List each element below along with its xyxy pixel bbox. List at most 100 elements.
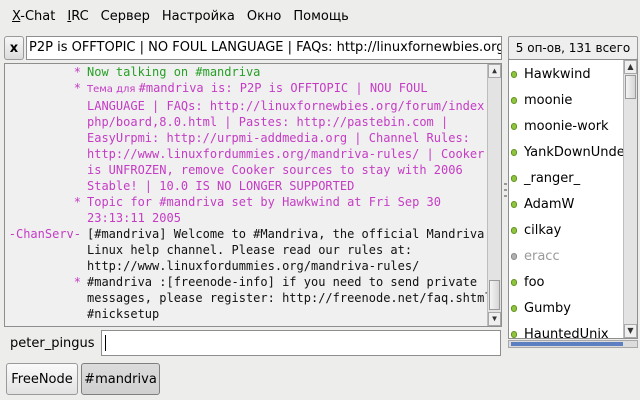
chat-nick: [5, 98, 87, 114]
chat-line: LANGUAGE | FAQs: http://linuxfornewbies.…: [5, 98, 487, 114]
user-list-hscrollbar[interactable]: [508, 340, 638, 348]
chat-message: messages, please register: http://freeno…: [87, 291, 487, 305]
chat-nick: [5, 178, 87, 194]
chat-line: http://www.linuxfordummies.org/mandriva-…: [5, 146, 487, 162]
chat-message: is UNFROZEN, remove Cooker sources to st…: [87, 163, 463, 177]
user-name: Gumby: [524, 300, 571, 316]
chat-message: php/board,8.0.html | Pastes: http://past…: [87, 115, 449, 129]
user-list-item[interactable]: moonie-work: [509, 113, 623, 139]
chat-line: * #mandriva :[freenode-info] if you need …: [5, 274, 487, 290]
user-list-scrollbar-thumb[interactable]: [625, 75, 636, 99]
topic-label: Тема для: [87, 84, 139, 95]
chat-nick: [5, 114, 87, 130]
away-status-icon: [511, 252, 517, 260]
chat-nick: [5, 306, 87, 322]
tab-mandriva[interactable]: #mandriva: [81, 363, 160, 395]
user-name: AdamW: [524, 196, 575, 212]
chat-line: http://www.linuxfordummies.org/mandriva-…: [5, 258, 487, 274]
message-input[interactable]: [101, 330, 501, 356]
chat-line: Stable! | 10.0 IS NO LONGER SUPPORTED: [5, 178, 487, 194]
chat-nick: [5, 258, 87, 274]
chat-line: -ChanServ- [#mandriva] Welcome to #Mandri…: [5, 226, 487, 242]
text-caret: [105, 335, 106, 351]
user-name: Hawkwind: [524, 66, 591, 82]
chat-nick: [5, 162, 87, 178]
chat-scrollbar[interactable]: ▲ ▼: [487, 64, 501, 326]
user-name: cilkay: [524, 222, 562, 238]
scroll-down-icon[interactable]: ▼: [488, 312, 501, 326]
menu-irc-label: RC: [71, 9, 89, 24]
chat-log[interactable]: * Now talking on #mandriva * Тема для #man…: [4, 63, 502, 327]
op-status-icon: [511, 278, 517, 286]
user-count-button[interactable]: 5 оп-ов, 131 всего: [508, 36, 638, 60]
scroll-up-icon[interactable]: ▲: [624, 60, 637, 74]
chat-line: EasyUrpmi: http://urpmi-addmedia.org | C…: [5, 130, 487, 146]
user-name: moonie-work: [524, 118, 609, 134]
user-list-scrollbar[interactable]: ▲ ▼: [623, 60, 637, 338]
topic-field[interactable]: P2P is OFFTOPIC | NO FOUL LANGUAGE | FAQ…: [26, 36, 502, 60]
chat-message: Linux help channel. Please read our rule…: [87, 243, 413, 257]
chat-message: LANGUAGE | FAQs: http://linuxfornewbies.…: [87, 99, 487, 113]
user-name: YankDownUnder: [524, 144, 623, 160]
chat-line: 23:13:11 2005: [5, 210, 487, 226]
menu-settings[interactable]: Настройка: [156, 7, 241, 27]
user-list[interactable]: Hawkwind moonie moonie-work YankDownUnde…: [508, 59, 638, 339]
chat-nick: [5, 210, 87, 226]
user-name: moonie: [524, 92, 573, 108]
chat-message: [#mandriva] Welcome to #Mandriva, the of…: [87, 227, 485, 241]
chat-nick: [5, 242, 87, 258]
tab-freenode[interactable]: FreeNode: [6, 363, 78, 395]
close-tab-button[interactable]: x: [4, 36, 24, 60]
user-list-item[interactable]: Gumby: [509, 295, 623, 321]
chat-line: php/board,8.0.html | Pastes: http://past…: [5, 114, 487, 130]
user-list-item[interactable]: eracc: [509, 243, 623, 269]
user-name: eracc: [524, 248, 560, 264]
scroll-up-icon[interactable]: ▲: [488, 64, 501, 78]
chat-scrollbar-thumb[interactable]: [489, 280, 500, 310]
chat-nick: [5, 290, 87, 306]
chat-message: #nicksetup: [87, 307, 160, 321]
menu-help[interactable]: Помощь: [287, 7, 354, 27]
grip-dot: [504, 183, 507, 185]
chat-message: http://www.linuxfordummies.org/mandriva-…: [87, 259, 420, 273]
menu-server[interactable]: Сервер: [95, 7, 156, 27]
user-list-item[interactable]: cilkay: [509, 217, 623, 243]
chat-nick: *: [73, 65, 81, 79]
op-status-icon: [511, 330, 517, 338]
menu-irc[interactable]: IRC: [61, 7, 94, 27]
user-list-item[interactable]: foo: [509, 269, 623, 295]
op-status-icon: [511, 304, 517, 312]
grip-dot: [504, 195, 507, 197]
user-list-hscrollbar-thumb[interactable]: [511, 342, 623, 346]
user-list-item[interactable]: AdamW: [509, 191, 623, 217]
op-status-icon: [511, 226, 517, 234]
chat-lines: * Now talking on #mandriva * Тема для #man…: [5, 64, 487, 322]
chat-message: Topic for #mandriva set by Hawkwind at F…: [87, 195, 442, 209]
op-status-icon: [511, 70, 517, 78]
chat-message: http://www.linuxfordummies.org/mandriva-…: [87, 147, 485, 161]
user-list-item[interactable]: YankDownUnder: [509, 139, 623, 165]
user-list-item[interactable]: HauntedUnix: [509, 321, 623, 339]
chat-line: is UNFROZEN, remove Cooker sources to st…: [5, 162, 487, 178]
nickname-button[interactable]: peter_pingus: [10, 336, 95, 351]
chat-message: Stable! | 10.0 IS NO LONGER SUPPORTED: [87, 179, 355, 193]
chat-message: #mandriva :[freenode-info] if you need t…: [87, 275, 478, 289]
chat-nick: *: [73, 275, 81, 289]
chat-nick: *: [73, 81, 81, 95]
close-icon: x: [9, 40, 19, 56]
user-list-item[interactable]: Hawkwind: [509, 61, 623, 87]
op-status-icon: [511, 148, 517, 156]
scroll-down-icon[interactable]: ▼: [624, 324, 637, 338]
chat-line: * Тема для #mandriva is: P2P is OFFTOPIC …: [5, 80, 487, 98]
user-name: _ranger_: [524, 170, 581, 186]
menu-window[interactable]: Окно: [241, 7, 288, 27]
chat-nick: [5, 146, 87, 162]
menu-bar: X-Chat IRC Сервер Настройка Окно Помощь: [0, 0, 640, 34]
user-name: HauntedUnix: [524, 326, 609, 339]
op-status-icon: [511, 96, 517, 104]
topic-row: x P2P is OFFTOPIC | NO FOUL LANGUAGE | F…: [0, 34, 640, 62]
chat-line: messages, please register: http://freeno…: [5, 290, 487, 306]
user-list-item[interactable]: moonie: [509, 87, 623, 113]
user-list-item[interactable]: _ranger_: [509, 165, 623, 191]
menu-xchat[interactable]: X-Chat: [6, 7, 61, 27]
